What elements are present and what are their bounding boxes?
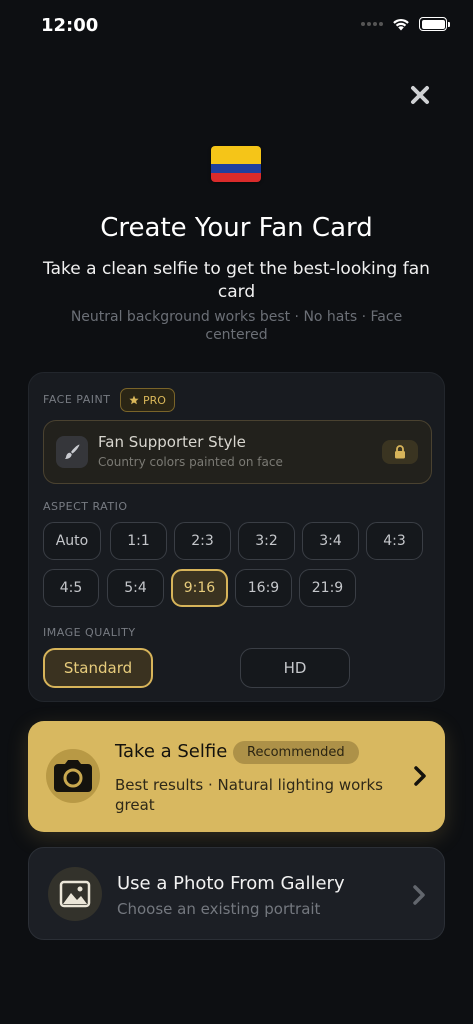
lock-badge bbox=[382, 440, 418, 464]
ratio-1-1-button[interactable]: 1:1 bbox=[110, 522, 167, 560]
selfie-description: Best results · Natural lighting works gr… bbox=[115, 776, 383, 814]
gallery-description: Choose an existing portrait bbox=[117, 900, 321, 918]
lock-icon bbox=[395, 445, 405, 459]
close-icon bbox=[411, 86, 429, 104]
ratio-2-3-button[interactable]: 2:3 bbox=[174, 522, 231, 560]
status-icons bbox=[361, 17, 450, 31]
selfie-title: Take a Selfie bbox=[115, 741, 228, 762]
face-paint-style-option[interactable]: Fan Supporter Style Country colors paint… bbox=[43, 420, 432, 484]
signal-icon bbox=[361, 22, 383, 26]
gallery-photo-button[interactable]: Use a Photo From Gallery Choose an exist… bbox=[28, 847, 445, 940]
chevron-right-icon bbox=[413, 885, 425, 905]
wifi-icon bbox=[393, 18, 409, 31]
quality-standard-button[interactable]: Standard bbox=[43, 648, 153, 688]
battery-icon bbox=[419, 17, 450, 31]
colombia-flag-icon bbox=[211, 146, 261, 182]
pro-badge: PRO bbox=[120, 388, 175, 412]
aspect-ratio-label: ASPECT RATIO bbox=[43, 500, 128, 513]
page-subtitle: Take a clean selfie to get the best-look… bbox=[43, 259, 430, 302]
ratio-16-9-button[interactable]: 16:9 bbox=[235, 569, 292, 607]
status-time: 12:00 bbox=[41, 15, 99, 36]
style-description: Country colors painted on face bbox=[98, 455, 283, 469]
ratio-21-9-button[interactable]: 21:9 bbox=[299, 569, 356, 607]
photo-hint: Neutral background works best · No hats … bbox=[70, 309, 403, 343]
ratio-9-16-button[interactable]: 9:16 bbox=[171, 569, 228, 607]
paintbrush-icon bbox=[56, 436, 88, 468]
ratio-auto-button[interactable]: Auto bbox=[43, 522, 101, 560]
ratio-3-2-button[interactable]: 3:2 bbox=[238, 522, 295, 560]
style-name: Fan Supporter Style bbox=[98, 433, 246, 451]
image-quality-label: IMAGE QUALITY bbox=[43, 626, 136, 639]
camera-icon bbox=[46, 749, 100, 803]
close-button[interactable] bbox=[405, 80, 435, 110]
pro-badge-label: PRO bbox=[143, 393, 166, 407]
options-panel: FACE PAINT PRO Fan Supporter Style Count… bbox=[28, 372, 445, 702]
chevron-right-icon bbox=[414, 766, 426, 786]
star-icon bbox=[129, 395, 139, 405]
fan-card-screen: 12:00 Create Your Fan Card Take a clean … bbox=[0, 0, 473, 1024]
ratio-4-5-button[interactable]: 4:5 bbox=[43, 569, 99, 607]
ratio-5-4-button[interactable]: 5:4 bbox=[107, 569, 164, 607]
quality-hd-button[interactable]: HD bbox=[240, 648, 350, 688]
face-paint-label: FACE PAINT bbox=[43, 393, 111, 406]
page-title: Create Your Fan Card bbox=[100, 213, 373, 243]
gallery-title: Use a Photo From Gallery bbox=[117, 873, 345, 894]
ratio-4-3-button[interactable]: 4:3 bbox=[366, 522, 423, 560]
ratio-3-4-button[interactable]: 3:4 bbox=[302, 522, 359, 560]
recommended-badge: Recommended bbox=[233, 741, 359, 764]
image-icon bbox=[48, 867, 102, 921]
take-selfie-button[interactable]: Take a Selfie Recommended Best results ·… bbox=[28, 721, 445, 832]
